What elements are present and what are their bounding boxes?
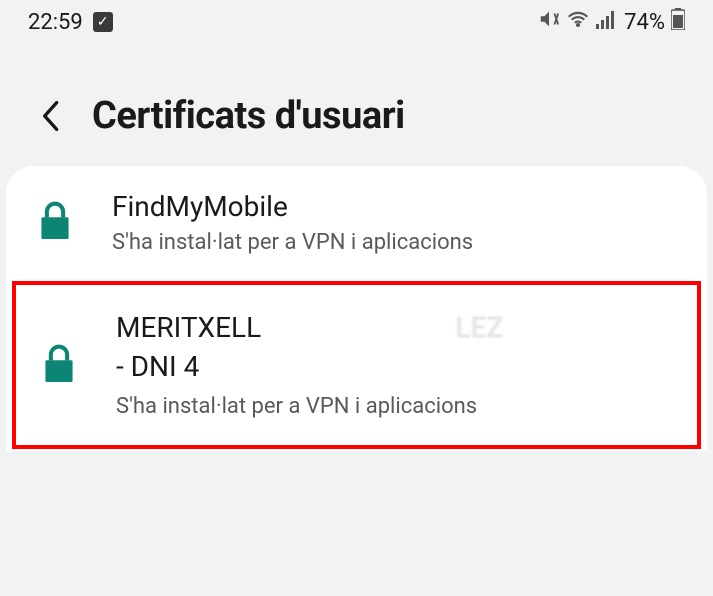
certificate-list: FindMyMobile S'ha instal·lat per a VPN i… — [6, 166, 707, 451]
status-time: 22:59 — [28, 10, 83, 35]
lock-icon — [42, 344, 76, 386]
certificate-name-visible: MERITXELL — [116, 311, 261, 344]
redacted-suffix: LEZ — [456, 311, 504, 344]
certificate-title: FindMyMobile — [112, 190, 675, 224]
battery-pct: 74% — [624, 10, 665, 35]
certificate-item-findmymobile[interactable]: FindMyMobile S'ha instal·lat per a VPN i… — [6, 166, 707, 279]
certificate-title: MERITXELL LEZ — [116, 311, 671, 345]
certificate-subtitle: S'ha instal·lat per a VPN i aplicacions — [112, 230, 675, 255]
certificate-subtitle: S'ha instal·lat per a VPN i aplicacions — [116, 394, 671, 419]
certificate-text: FindMyMobile S'ha instal·lat per a VPN i… — [112, 190, 675, 255]
chevron-left-icon — [39, 100, 61, 132]
dni-prefix: - DNI 4 — [116, 350, 199, 383]
page-header: Certificats d'usuari — [0, 44, 713, 166]
page-title: Certificats d'usuari — [92, 94, 405, 138]
check-icon: ✓ — [93, 12, 113, 32]
lock-icon — [38, 201, 72, 243]
signal-icon — [596, 10, 618, 35]
battery-icon — [671, 8, 685, 36]
certificate-item-meritxell[interactable]: MERITXELL LEZ - DNI 4 S'ha instal·lat pe… — [12, 281, 701, 449]
certificate-title-line2: - DNI 4 — [116, 350, 671, 384]
mute-icon — [538, 8, 560, 36]
wifi-icon — [566, 9, 590, 35]
status-bar-right: 74% — [538, 8, 685, 36]
status-bar: 22:59 ✓ 74% — [0, 0, 713, 44]
redacted-text — [268, 311, 449, 344]
certificate-text: MERITXELL LEZ - DNI 4 S'ha instal·lat pe… — [116, 311, 671, 419]
status-bar-left: 22:59 ✓ — [28, 10, 113, 35]
back-button[interactable] — [36, 102, 64, 130]
